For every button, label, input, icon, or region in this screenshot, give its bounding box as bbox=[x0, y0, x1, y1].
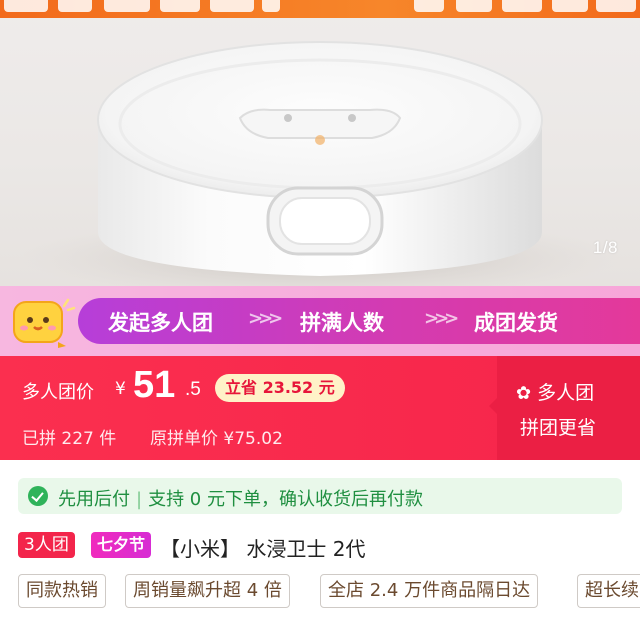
feature-chip[interactable]: 全店 2.4 万件商品隔日达 bbox=[320, 574, 539, 608]
flow-arrow-icon: >>> bbox=[248, 308, 283, 329]
feature-chip[interactable]: 同款热销 bbox=[18, 574, 106, 608]
check-shield-icon bbox=[28, 486, 48, 506]
original-price: 原拼单价 ¥75.02 bbox=[150, 429, 283, 449]
feature-chip[interactable]: 周销量飙升超 4 倍 bbox=[125, 574, 290, 608]
group-mode-panel[interactable] bbox=[497, 356, 640, 460]
group-buy-flow-bar[interactable]: 发起多人团 >>> 拼满人数 >>> 成团发货 bbox=[0, 286, 640, 356]
flow-step-ship: 成团发货 bbox=[474, 311, 558, 335]
pay-later-description: 支持 0 元下单，确认收货后再付款 bbox=[148, 489, 423, 510]
mascot-chick-icon bbox=[13, 298, 76, 348]
group-buy-flow-inner: 发起多人团 >>> 拼满人数 >>> 成团发货 bbox=[78, 298, 640, 344]
price-currency: ¥ bbox=[115, 379, 126, 399]
flower-icon: ✿ bbox=[516, 383, 532, 404]
image-counter: 1/8 bbox=[592, 238, 618, 257]
product-photo bbox=[20, 41, 620, 286]
sold-count: 已拼 227 件 bbox=[22, 429, 117, 449]
price-integer: 51 bbox=[133, 364, 176, 406]
group-mode-title[interactable]: ✿ 多人团 bbox=[516, 378, 594, 405]
group-mode-label: 多人团 bbox=[537, 382, 595, 404]
product-image-gallery[interactable]: 1/8 bbox=[0, 0, 640, 286]
flow-step-start: 发起多人团 bbox=[108, 311, 213, 335]
group-mode-subtitle[interactable]: 拼团更省 bbox=[520, 413, 596, 440]
pay-later-text: 先用后付 | 支持 0 元下单，确认收货后再付款 bbox=[58, 485, 423, 511]
savings-badge: 立省 23.52 元 bbox=[215, 374, 345, 402]
group-price-label: 多人团价 bbox=[22, 382, 94, 403]
pay-later-bar[interactable]: 先用后付 | 支持 0 元下单，确认收货后再付款 bbox=[18, 478, 622, 514]
product-title[interactable]: 【小米】 水浸卫士 2代 bbox=[160, 533, 365, 562]
flow-arrow-icon: >>> bbox=[424, 308, 459, 329]
feature-chip[interactable]: 超长续 bbox=[577, 574, 640, 608]
group-mode-notch bbox=[489, 398, 497, 414]
flow-step-fill: 拼满人数 bbox=[300, 311, 384, 335]
festival-tag: 七夕节 bbox=[91, 532, 152, 558]
group-size-tag: 3人团 bbox=[18, 532, 75, 558]
pay-later-separator: | bbox=[136, 489, 143, 510]
pay-later-title: 先用后付 bbox=[58, 489, 130, 510]
price-decimal: .5 bbox=[185, 379, 201, 400]
